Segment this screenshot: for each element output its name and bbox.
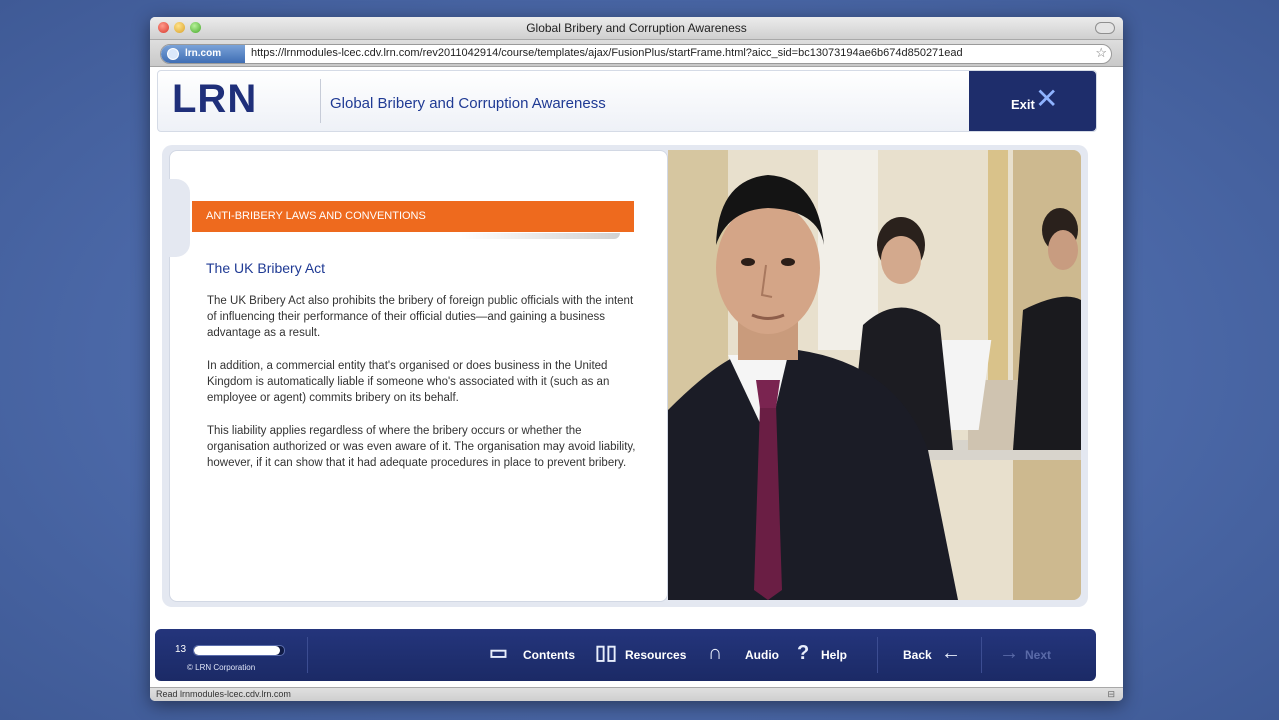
lesson-text-panel: ANTI-BRIBERY LAWS AND CONVENTIONS The UK… xyxy=(168,150,668,602)
section-banner: ANTI-BRIBERY LAWS AND CONVENTIONS xyxy=(192,201,634,232)
navigation-footer: 13 © LRN Corporation ▭ Contents ▯▯ Resou… xyxy=(155,629,1096,681)
toolbar-toggle-button[interactable] xyxy=(1095,22,1115,34)
resources-label: Resources xyxy=(625,648,687,662)
help-button[interactable]: ? Help xyxy=(797,641,859,669)
businessman-photo xyxy=(668,150,1081,600)
businessman-illustration xyxy=(668,150,1081,600)
lrn-logo: LRN xyxy=(172,77,258,121)
browser-window: Global Bribery and Corruption Awareness … xyxy=(150,17,1123,701)
url-text[interactable]: https://lrnmodules-lcec.cdv.lrn.com/rev2… xyxy=(251,47,1091,59)
browser-status-bar: Read lrnmodules-lcec.cdv.lrn.com ⊟ xyxy=(150,687,1123,701)
bookmark-star-icon[interactable]: ☆ xyxy=(1095,45,1107,61)
lesson-stage: ANTI-BRIBERY LAWS AND CONVENTIONS The UK… xyxy=(162,145,1088,607)
panel-tab-notch xyxy=(168,179,190,257)
help-label: Help xyxy=(821,648,848,662)
status-text: Read lrnmodules-lcec.cdv.lrn.com xyxy=(156,689,291,699)
question-icon: ? xyxy=(797,642,810,664)
contents-icon: ▭ xyxy=(489,642,508,664)
resources-button[interactable]: ▯▯ Resources xyxy=(595,641,695,669)
contents-button[interactable]: ▭ Contents xyxy=(489,641,581,669)
header-divider xyxy=(320,79,321,123)
contents-label: Contents xyxy=(523,648,575,662)
progress-fill xyxy=(194,646,280,655)
globe-icon xyxy=(167,48,179,60)
course-header: LRN Global Bribery and Corruption Awaren… xyxy=(157,70,1097,132)
headphones-icon: ∩ xyxy=(708,642,723,664)
lesson-heading: The UK Bribery Act xyxy=(206,260,326,276)
back-label: Back xyxy=(903,648,932,662)
footer-divider xyxy=(307,637,308,673)
copyright-text: © LRN Corporation xyxy=(187,663,256,672)
next-label: Next xyxy=(1025,648,1052,662)
lesson-body: The UK Bribery Act also prohibits the br… xyxy=(207,293,637,488)
page-content: LRN Global Bribery and Corruption Awaren… xyxy=(150,67,1123,687)
exit-button[interactable]: Exit ✕ xyxy=(969,71,1096,131)
arrow-left-icon: ← xyxy=(941,642,961,664)
address-bar: lrn.com https://lrnmodules-lcec.cdv.lrn.… xyxy=(150,40,1123,67)
next-button[interactable]: → Next xyxy=(999,641,1059,669)
footer-divider xyxy=(877,637,878,673)
audio-button[interactable]: ∩ Audio xyxy=(708,641,784,669)
site-badge-label: lrn.com xyxy=(185,48,222,59)
exit-label: Exit xyxy=(1011,97,1035,112)
book-icon: ▯▯ xyxy=(595,642,618,664)
url-field[interactable]: lrn.com https://lrnmodules-lcec.cdv.lrn.… xyxy=(160,44,1112,64)
page-number: 13 xyxy=(175,644,187,655)
window-titlebar: Global Bribery and Corruption Awareness xyxy=(150,17,1123,40)
site-identity-badge[interactable]: lrn.com xyxy=(161,45,245,63)
arrow-right-icon: → xyxy=(999,642,1019,664)
course-progress-bar xyxy=(193,645,285,656)
lock-icon: ⊟ xyxy=(1107,689,1115,699)
window-title: Global Bribery and Corruption Awareness xyxy=(526,21,747,35)
back-button[interactable]: Back ← xyxy=(903,641,967,669)
course-title: Global Bribery and Corruption Awareness xyxy=(330,95,606,112)
banner-shadow xyxy=(460,233,620,239)
lesson-paragraph: In addition, a commercial entity that's … xyxy=(207,360,610,404)
lesson-paragraph: This liability applies regardless of whe… xyxy=(207,425,636,469)
footer-divider xyxy=(981,637,982,673)
audio-label: Audio xyxy=(745,648,779,662)
close-x-icon: ✕ xyxy=(1035,83,1059,114)
lesson-paragraph: The UK Bribery Act also prohibits the br… xyxy=(207,295,634,339)
